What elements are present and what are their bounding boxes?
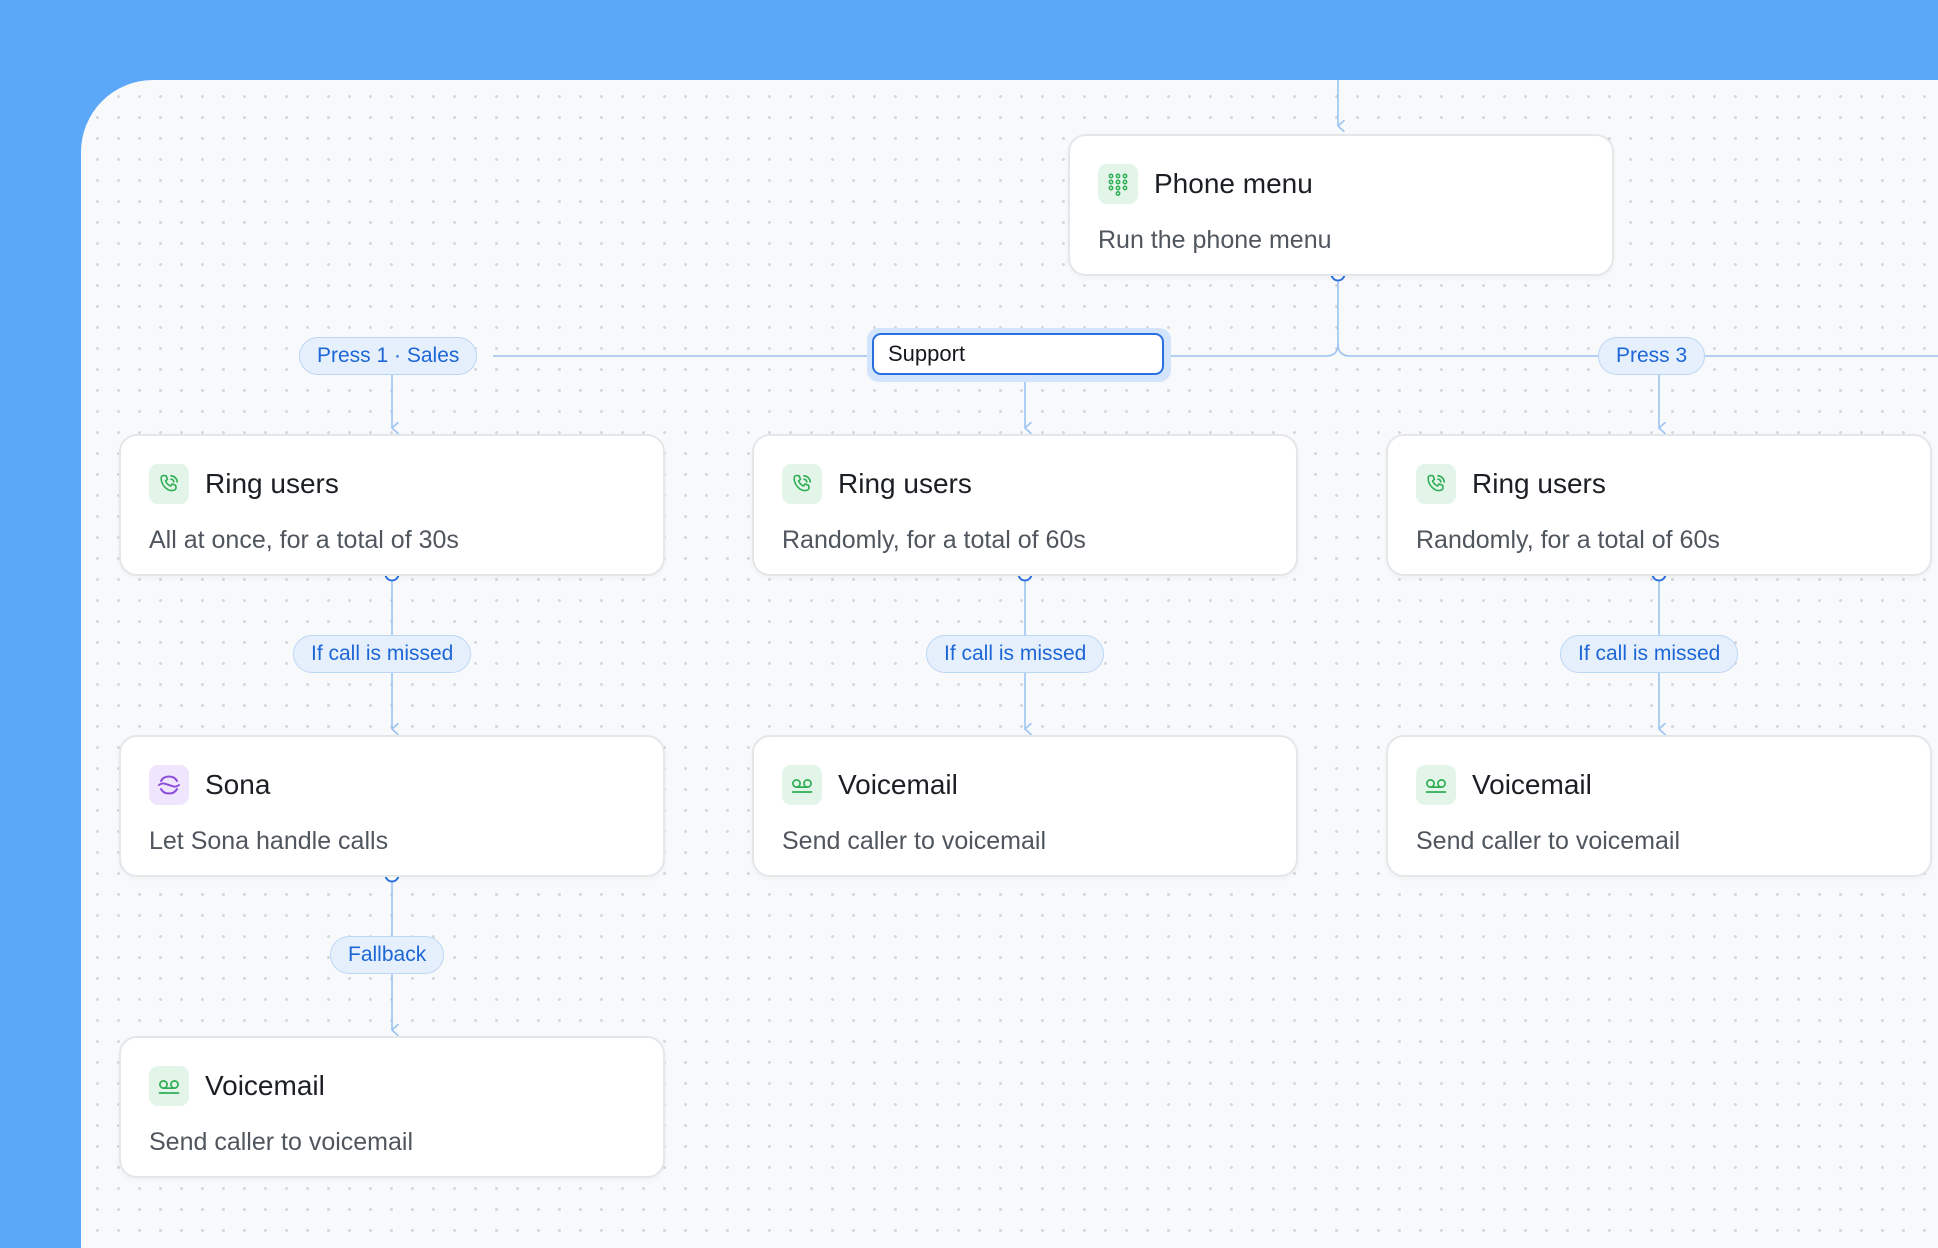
- card-subtitle: All at once, for a total of 30s: [149, 526, 459, 554]
- voicemail-icon: [149, 1066, 189, 1106]
- branch-label-input[interactable]: [872, 333, 1164, 375]
- voicemail-icon: [782, 765, 822, 805]
- if-call-missed-label[interactable]: If call is missed: [293, 635, 472, 673]
- card-title: Sona: [205, 769, 271, 800]
- phone-menu-card[interactable]: Phone menu Run the phone menu: [1068, 134, 1614, 276]
- card-subtitle: Randomly, for a total of 60s: [782, 526, 1086, 554]
- card-title: Voicemail: [838, 769, 958, 800]
- if-call-missed-label[interactable]: If call is missed: [1560, 635, 1739, 673]
- voicemail-card[interactable]: Voicemail Send caller to voicemail: [752, 735, 1298, 877]
- phone-ring-icon: [149, 464, 189, 504]
- sona-logo-icon: [149, 765, 189, 805]
- voicemail-card[interactable]: Voicemail Send caller to voicemail: [119, 1036, 665, 1178]
- voicemail-card[interactable]: Voicemail Send caller to voicemail: [1386, 735, 1932, 877]
- branch-label-press-1[interactable]: Press 1 · Sales: [299, 337, 478, 375]
- card-subtitle: Randomly, for a total of 60s: [1416, 526, 1720, 554]
- phone-ring-icon: [1416, 464, 1456, 504]
- branch-label-editor: [867, 328, 1171, 382]
- card-title: Voicemail: [1472, 769, 1592, 800]
- branch-label-press-3[interactable]: Press 3: [1598, 337, 1706, 375]
- ring-users-card[interactable]: Ring users All at once, for a total of 3…: [119, 434, 665, 576]
- card-subtitle: Send caller to voicemail: [149, 1128, 414, 1156]
- card-title: Ring users: [1472, 468, 1606, 499]
- ring-users-card[interactable]: Ring users Randomly, for a total of 60s: [752, 434, 1298, 576]
- sona-card[interactable]: Sona Let Sona handle calls: [119, 735, 665, 877]
- dialpad-icon: [1098, 164, 1138, 204]
- voicemail-icon: [1416, 765, 1456, 805]
- flow-canvas[interactable]: Phone menu Run the phone menu Press 1 · …: [81, 80, 1938, 1248]
- ring-users-card[interactable]: Ring users Randomly, for a total of 60s: [1386, 434, 1932, 576]
- card-title: Ring users: [838, 468, 972, 499]
- if-call-missed-label[interactable]: If call is missed: [926, 635, 1105, 673]
- phone-ring-icon: [782, 464, 822, 504]
- card-title: Voicemail: [205, 1070, 325, 1101]
- card-title: Phone menu: [1154, 168, 1313, 199]
- card-title: Ring users: [205, 468, 339, 499]
- fallback-label[interactable]: Fallback: [330, 936, 445, 974]
- card-subtitle: Run the phone menu: [1098, 226, 1332, 254]
- card-subtitle: Let Sona handle calls: [149, 827, 389, 855]
- card-subtitle: Send caller to voicemail: [782, 827, 1047, 855]
- card-subtitle: Send caller to voicemail: [1416, 827, 1681, 855]
